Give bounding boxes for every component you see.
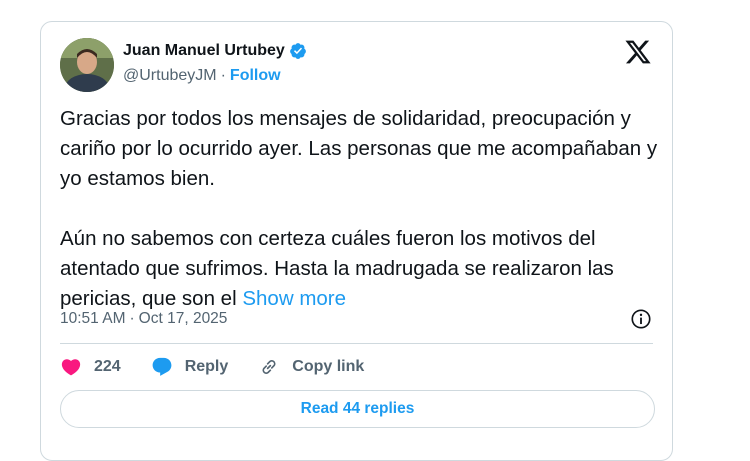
heart-icon: [61, 359, 81, 376]
timestamp-separator: ·: [129, 310, 135, 327]
tweet-paragraph-1: Gracias por todos los mensajes de solida…: [60, 107, 658, 190]
x-logo-icon[interactable]: [624, 38, 652, 66]
copy-link-label: Copy link: [292, 358, 365, 375]
tweet-timestamp[interactable]: 10:51 AM · Oct 17, 2025: [60, 310, 655, 328]
like-button[interactable]: 224: [60, 356, 121, 378]
follow-button[interactable]: Follow: [230, 67, 281, 85]
show-more-link[interactable]: Show more: [242, 287, 346, 310]
verified-badge-icon: [289, 43, 306, 59]
like-count: 224: [94, 358, 121, 375]
tweet-date[interactable]: Oct 17, 2025: [139, 310, 228, 328]
tweet-paragraph-2: Aún no sabemos con certeza cuáles fueron…: [60, 224, 660, 314]
author-name[interactable]: Juan Manuel Urtubey: [123, 42, 285, 60]
info-icon[interactable]: [630, 308, 652, 330]
avatar[interactable]: [60, 38, 114, 92]
tweet-text: Gracias por todos los mensajes de solida…: [60, 104, 660, 314]
reply-button[interactable]: Reply: [151, 356, 229, 378]
read-replies-button[interactable]: Read 44 replies: [60, 390, 655, 428]
link-icon: [262, 360, 276, 374]
tweet-card: Juan Manuel Urtubey @UrtubeyJM · Follow …: [40, 21, 673, 461]
reply-label: Reply: [184, 358, 229, 375]
handle-separator: ·: [220, 67, 226, 84]
author-name-row[interactable]: Juan Manuel Urtubey: [123, 42, 307, 60]
divider: [60, 343, 653, 344]
action-bar: 224 Reply Copy link: [60, 355, 394, 379]
tweet-time[interactable]: 10:51 AM: [60, 310, 126, 328]
reply-bubble-icon: [152, 357, 172, 376]
author-handle-row: @UrtubeyJM · Follow: [123, 67, 281, 85]
author-handle[interactable]: @UrtubeyJM: [123, 67, 217, 85]
copy-link-button[interactable]: Copy link: [258, 356, 364, 378]
